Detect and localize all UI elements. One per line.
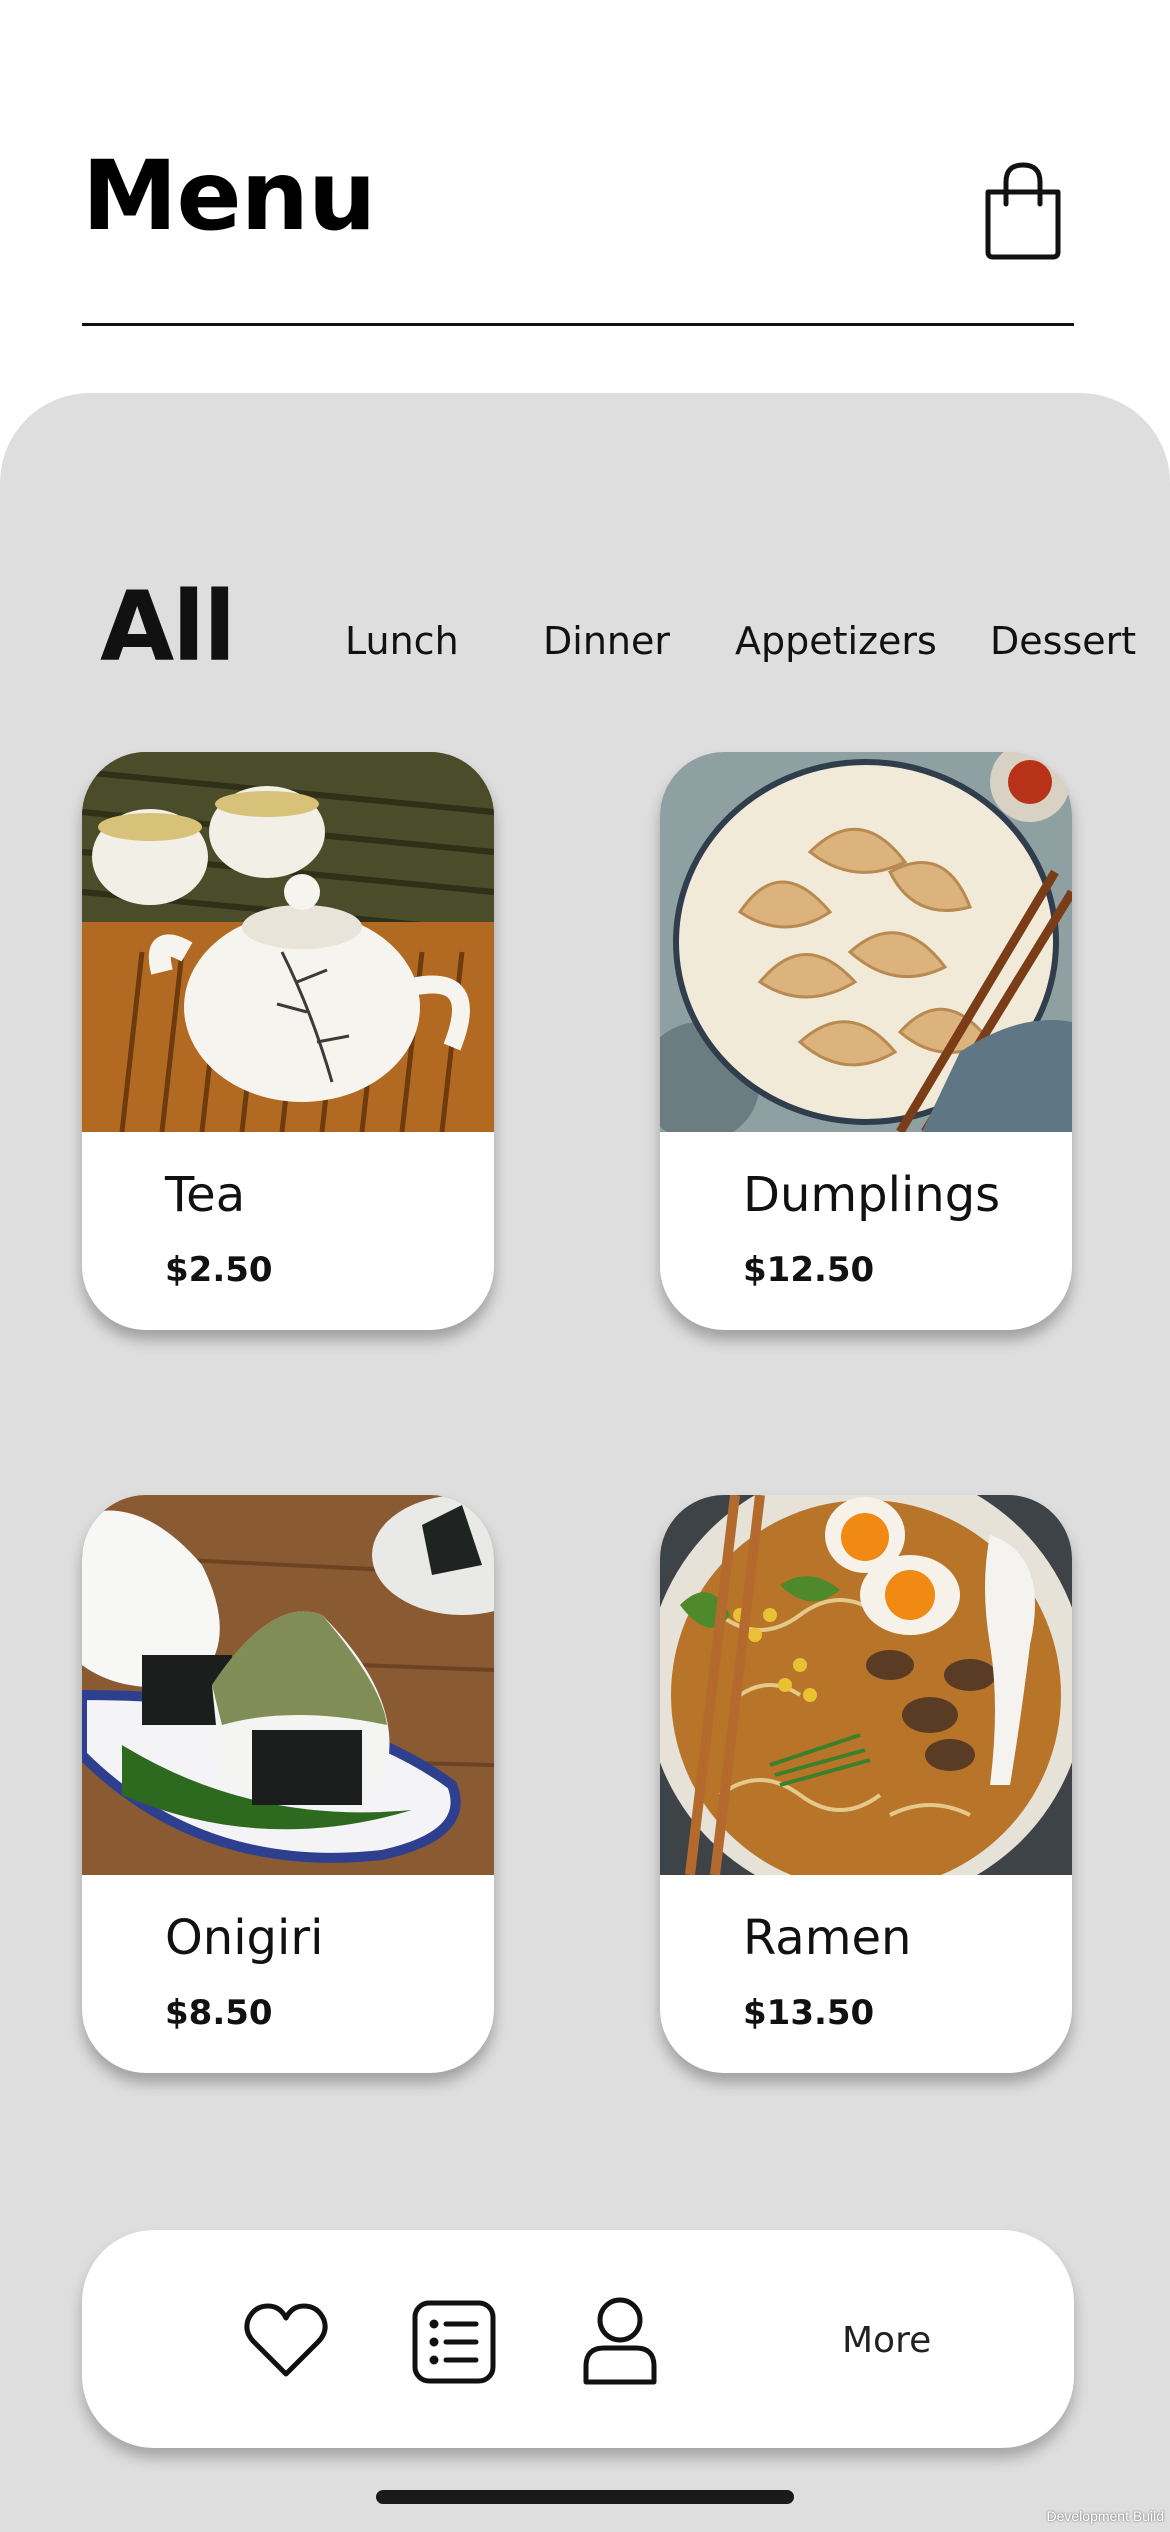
item-price: $13.50 <box>743 1993 875 2033</box>
menu-item-card-dumplings[interactable]: Dumplings $12.50 <box>660 752 1072 1330</box>
item-price: $8.50 <box>165 1993 273 2033</box>
user-icon <box>583 2297 657 2385</box>
item-name: Dumplings <box>743 1167 1001 1223</box>
dumplings-plate-photo <box>660 752 1072 1132</box>
tab-all[interactable]: All <box>100 571 236 683</box>
item-price: $2.50 <box>165 1250 273 1290</box>
more-button[interactable]: More <box>842 2320 931 2361</box>
tab-dessert[interactable]: Dessert <box>990 619 1136 663</box>
category-tabs: All Lunch Dinner Appetizers Dessert <box>0 393 1170 2532</box>
content-panel: All Lunch Dinner Appetizers Dessert Tea … <box>0 393 1170 2532</box>
menu-item-card-tea[interactable]: Tea $2.50 <box>82 752 494 1330</box>
menu-item-card-onigiri[interactable]: Onigiri $8.50 <box>82 1495 494 2073</box>
tab-appetizers[interactable]: Appetizers <box>735 619 937 663</box>
profile-button[interactable] <box>582 2296 658 2391</box>
list-icon <box>412 2300 496 2384</box>
menu-item-card-ramen[interactable]: Ramen $13.50 <box>660 1495 1072 2073</box>
home-indicator[interactable] <box>376 2490 794 2504</box>
teapot-with-cups-photo <box>82 752 494 1132</box>
menu-screen: Menu All Lunch Dinner Appetizers Dessert <box>0 0 1170 2532</box>
item-name: Ramen <box>743 1910 912 1966</box>
item-price: $12.50 <box>743 1250 875 1290</box>
menu-list-button[interactable] <box>412 2300 496 2389</box>
favorites-button[interactable] <box>244 2302 328 2385</box>
tab-lunch[interactable]: Lunch <box>345 619 459 663</box>
header-divider <box>82 323 1074 326</box>
item-name: Onigiri <box>165 1910 324 1966</box>
ramen-bowl-photo <box>660 1495 1072 1875</box>
development-build-label: Development Build <box>1046 2508 1164 2524</box>
tab-dinner[interactable]: Dinner <box>543 619 670 663</box>
heart-icon <box>244 2303 328 2377</box>
onigiri-rice-balls-photo <box>82 1495 494 1875</box>
shopping-bag-icon <box>985 162 1061 260</box>
item-name: Tea <box>165 1167 246 1223</box>
bottom-nav: More <box>82 2230 1074 2448</box>
page-title: Menu <box>82 140 376 252</box>
cart-button[interactable] <box>982 160 1064 260</box>
